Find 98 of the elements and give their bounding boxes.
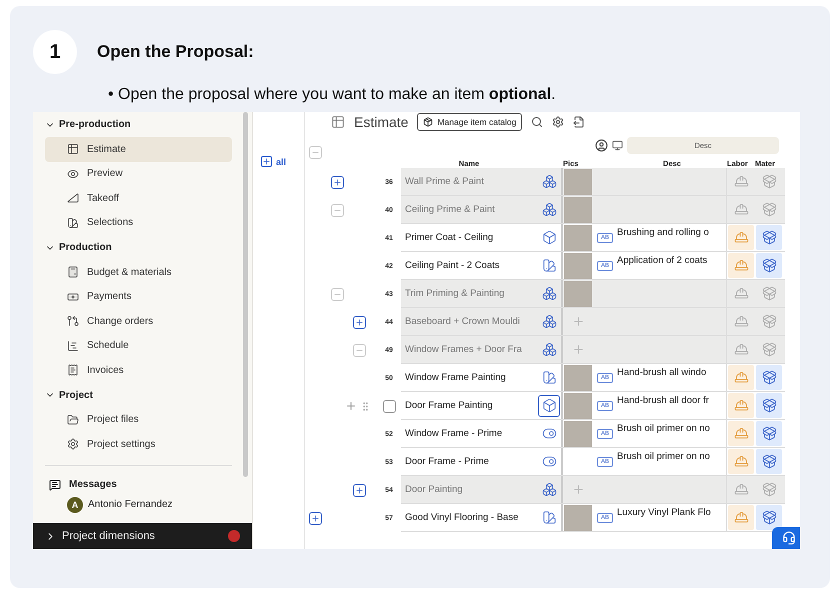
group-row[interactable]: Trim Priming & Painting: [401, 280, 785, 308]
sidebar-item[interactable]: Budget & materials: [45, 260, 232, 284]
sidebar-item[interactable]: Payments: [45, 284, 232, 309]
item-name: Ceiling Paint - 2 Coats: [404, 260, 501, 271]
manage-catalog-button[interactable]: Manage item catalog: [417, 113, 522, 131]
item-name: Trim Priming & Painting: [404, 288, 506, 299]
sidebar-item[interactable]: Selections: [45, 210, 232, 235]
group-row[interactable]: Wall Prime & Paint: [401, 168, 785, 196]
material-package-icon[interactable]: [756, 253, 782, 278]
banknote-icon: [67, 290, 79, 303]
contact-name: Antonio Fernandez: [88, 499, 173, 510]
item-name: Baseboard + Crown Mouldi: [404, 316, 521, 327]
sidebar-item[interactable]: Project settings: [45, 432, 232, 456]
material-package-icon[interactable]: [756, 421, 782, 446]
cube-icon[interactable]: [538, 394, 560, 416]
notification-dot: [228, 530, 240, 542]
ruler-icon: [67, 192, 79, 204]
user-circle-icon[interactable]: [595, 138, 608, 152]
swatch-icon: [67, 216, 79, 229]
package-icon: [423, 117, 434, 127]
settings-icon[interactable]: [552, 116, 564, 128]
step-number: 1: [33, 30, 77, 74]
group-row[interactable]: Window Frames + Door Fra: [401, 336, 785, 364]
scrollbar-thumb[interactable]: [243, 112, 248, 477]
sidebar-item[interactable]: Invoices: [45, 358, 232, 382]
sidebar-item[interactable]: Estimate: [45, 137, 232, 162]
support-button[interactable]: [772, 527, 800, 549]
group-row[interactable]: Door Painting: [401, 476, 785, 504]
monitor-icon[interactable]: [612, 140, 623, 150]
material-package-icon[interactable]: [756, 449, 782, 474]
page-title: Estimate: [354, 114, 408, 130]
material-package-icon[interactable]: [756, 505, 782, 530]
section-header[interactable]: Pre-production: [45, 112, 232, 137]
instruction-text: • Open the proposal where you want to make an item optional.: [108, 86, 557, 104]
expand-toggle[interactable]: [353, 484, 366, 496]
step-title: Open the Proposal:: [97, 42, 254, 62]
item-name: Window Frame - Prime: [404, 428, 504, 439]
export-icon[interactable]: [573, 116, 586, 128]
item-name: Wall Prime & Paint: [404, 176, 485, 187]
expand-toggle[interactable]: [331, 176, 344, 188]
collapse-toggle[interactable]: [331, 288, 344, 300]
expand-toggle[interactable]: [353, 316, 366, 328]
plus-icon: [311, 514, 320, 522]
description-text: Luxury Vinyl Plank Flo: [617, 507, 711, 518]
item-name: Window Frame Painting: [404, 372, 507, 383]
receipt-icon: [67, 364, 79, 376]
table-icon: [67, 143, 79, 156]
eye-icon: [67, 168, 79, 180]
section-header[interactable]: Production: [45, 235, 232, 260]
plus-icon: [261, 156, 272, 167]
row-checkbox[interactable]: [382, 400, 396, 412]
material-package-icon[interactable]: [756, 225, 782, 250]
item-name: Ceiling Prime & Paint: [404, 204, 496, 215]
gantt-icon: [67, 340, 79, 352]
material-package-icon[interactable]: [756, 365, 782, 390]
group-row[interactable]: Baseboard + Crown Mouldi: [401, 308, 785, 336]
description-text: Brush oil primer on no: [617, 423, 710, 434]
branch-icon: [67, 315, 79, 328]
expand-toggle[interactable]: [309, 512, 322, 524]
item-name: Door Frame Painting: [404, 400, 494, 411]
item-name: Window Frames + Door Fra: [404, 344, 523, 355]
table-icon: [331, 115, 345, 129]
add-icon[interactable]: [345, 400, 357, 412]
section-header[interactable]: Project: [45, 382, 232, 408]
calculator-icon: [67, 266, 79, 278]
description-text: Hand-brush all windo: [617, 367, 706, 378]
sidebar-item[interactable]: Change orders: [45, 309, 232, 334]
item-name: Door Frame - Prime: [404, 456, 490, 467]
sidebar-item[interactable]: Schedule: [45, 334, 232, 358]
item-name: Door Painting: [404, 484, 464, 495]
description-text: Hand-brush all door fr: [617, 395, 709, 406]
drag-handle-icon[interactable]: [360, 400, 371, 412]
material-package-icon[interactable]: [756, 393, 782, 418]
expand-all-toggle[interactable]: all: [261, 156, 286, 167]
messages-item[interactable]: Messages: [45, 474, 232, 496]
plus-icon: [355, 318, 364, 326]
folder-icon: [67, 414, 79, 426]
collapse-toggle[interactable]: [309, 146, 322, 159]
item-name: Primer Coat - Ceiling: [404, 232, 494, 243]
group-row[interactable]: Ceiling Prime & Paint: [401, 196, 785, 224]
collapse-toggle[interactable]: [353, 344, 366, 356]
avatar: A: [67, 496, 83, 512]
description-text: Application of 2 coats: [617, 255, 708, 266]
sidebar-item[interactable]: Project files: [45, 408, 232, 432]
item-name: Good Vinyl Flooring - Base: [404, 512, 520, 523]
sidebar-item[interactable]: Takeoff: [45, 186, 232, 210]
plus-icon: [355, 486, 364, 494]
footer-label: Project dimensions: [62, 530, 155, 542]
description-text: Brushing and rolling o: [617, 227, 709, 238]
plus-icon: [333, 178, 342, 186]
headset-icon: [782, 531, 796, 545]
sidebar-item[interactable]: Preview: [45, 162, 232, 186]
search-icon[interactable]: [531, 116, 544, 128]
collapse-toggle[interactable]: [331, 204, 344, 216]
message-icon: [49, 478, 61, 490]
footer-bar[interactable]: Project dimensions: [33, 523, 252, 549]
settings-icon: [67, 438, 79, 450]
description-text: Brush oil primer on no: [617, 451, 710, 462]
